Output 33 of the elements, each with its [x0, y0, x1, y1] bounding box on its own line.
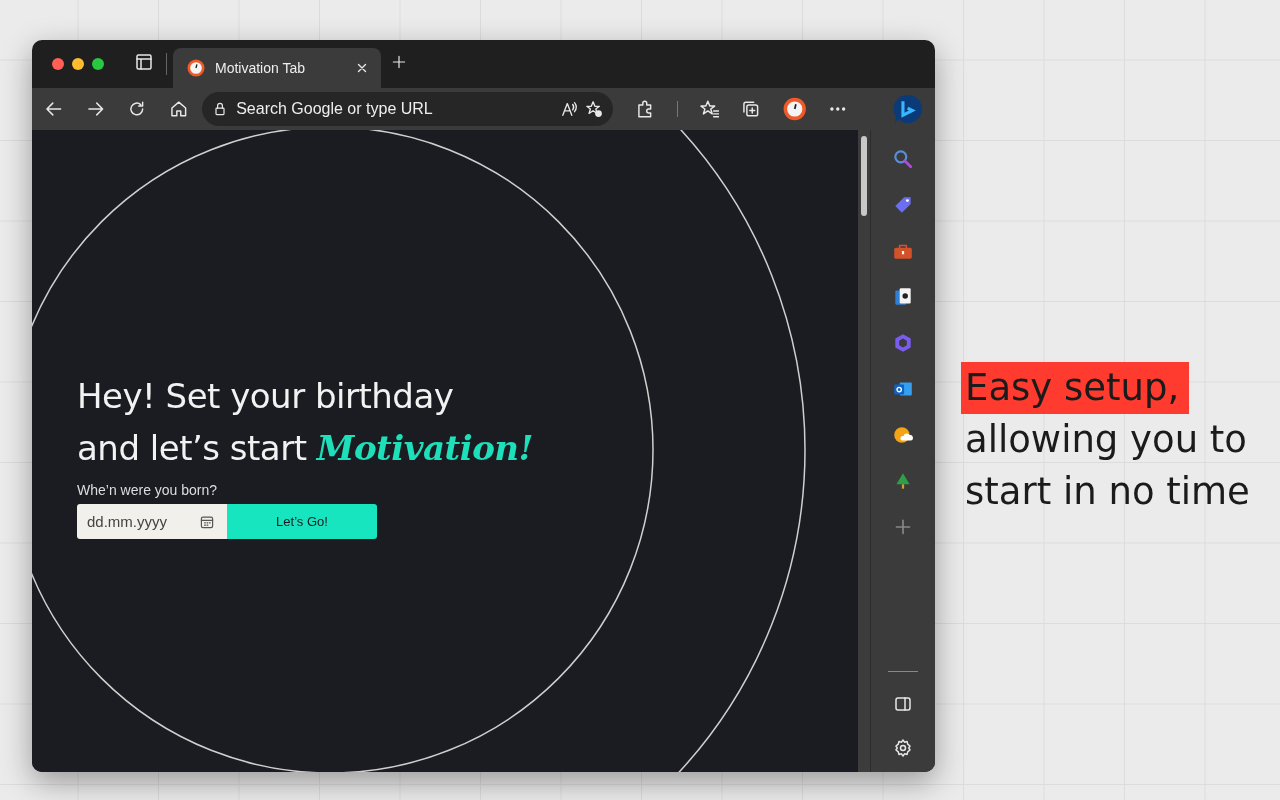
- playing-card-icon[interactable]: [892, 286, 914, 308]
- close-window-button[interactable]: [52, 58, 64, 70]
- clock-logo-icon: [187, 59, 205, 77]
- address-input[interactable]: Search Google or type URL: [234, 99, 556, 119]
- star-add-icon[interactable]: [585, 100, 604, 118]
- browser-tab[interactable]: Motivation Tab: [173, 48, 381, 88]
- submit-button[interactable]: Let’s Go!: [227, 504, 377, 539]
- minimize-window-button[interactable]: [72, 58, 84, 70]
- chat-assistant-icon[interactable]: [891, 93, 923, 125]
- forward-icon[interactable]: [85, 99, 106, 119]
- clock-logo-icon[interactable]: [782, 97, 807, 121]
- read-aloud-icon[interactable]: [561, 100, 580, 118]
- heading-line: and let’s start Motivation!: [77, 427, 534, 470]
- sidebar-panel-icon[interactable]: [893, 694, 913, 714]
- field-label: Whe’n were you born?: [77, 482, 219, 498]
- search-icon[interactable]: [892, 148, 914, 170]
- date-field[interactable]: dd.mm.yyyy: [77, 504, 227, 539]
- new-tab-icon[interactable]: [391, 54, 407, 70]
- settings-icon[interactable]: [893, 738, 913, 758]
- heading-line: Hey! Set your birthday: [77, 375, 455, 418]
- scrollbar[interactable]: [858, 130, 870, 772]
- weather-icon[interactable]: [892, 424, 914, 446]
- collections-icon[interactable]: [741, 99, 761, 119]
- hexagon-logo-icon[interactable]: [892, 332, 914, 354]
- home-icon[interactable]: [168, 99, 189, 119]
- address-bar[interactable]: Search Google or type URL: [202, 92, 614, 126]
- date-input[interactable]: dd.mm.yyyy: [85, 512, 199, 531]
- favorites-icon[interactable]: [699, 99, 720, 119]
- close-icon[interactable]: [355, 61, 369, 75]
- back-icon[interactable]: [44, 99, 64, 119]
- tab-actions-icon[interactable]: [134, 52, 154, 72]
- scrollbar-thumb[interactable]: [861, 136, 867, 216]
- maximize-window-button[interactable]: [92, 58, 104, 70]
